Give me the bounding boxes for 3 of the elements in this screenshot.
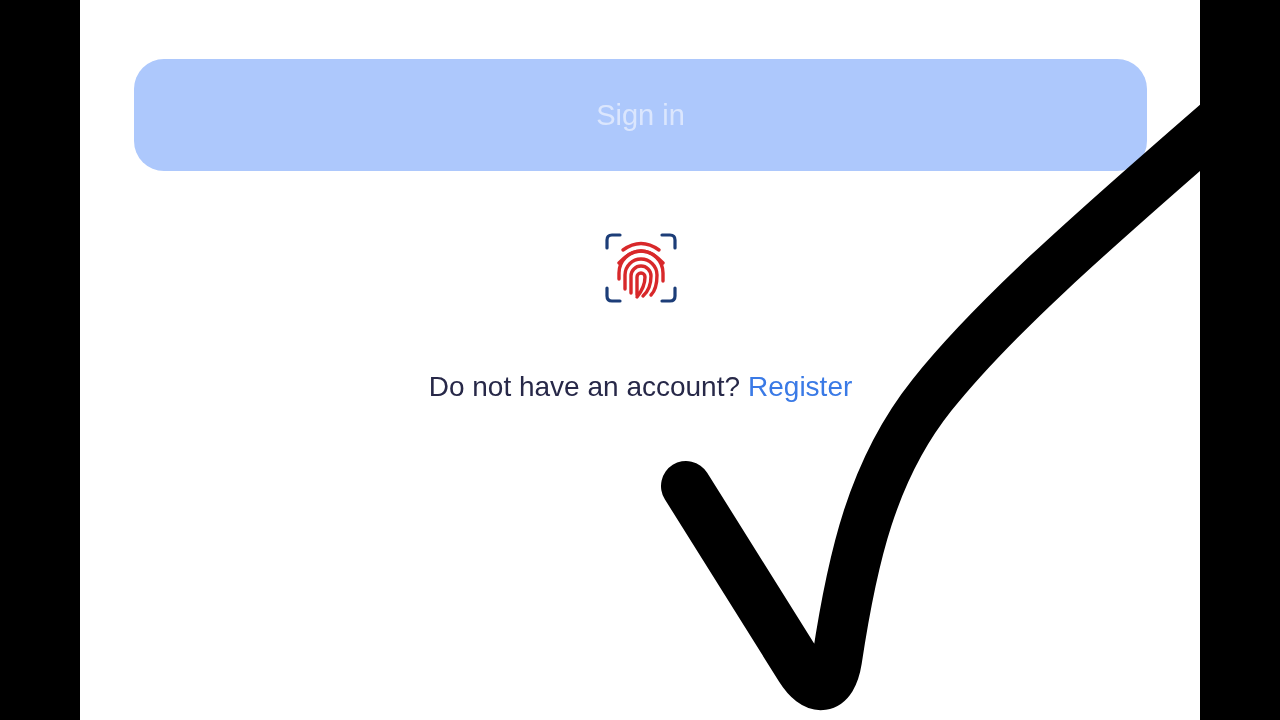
- account-prompt: Do not have an account?: [428, 370, 741, 404]
- register-link[interactable]: Register: [748, 369, 853, 405]
- fingerprint-icon[interactable]: [604, 233, 677, 303]
